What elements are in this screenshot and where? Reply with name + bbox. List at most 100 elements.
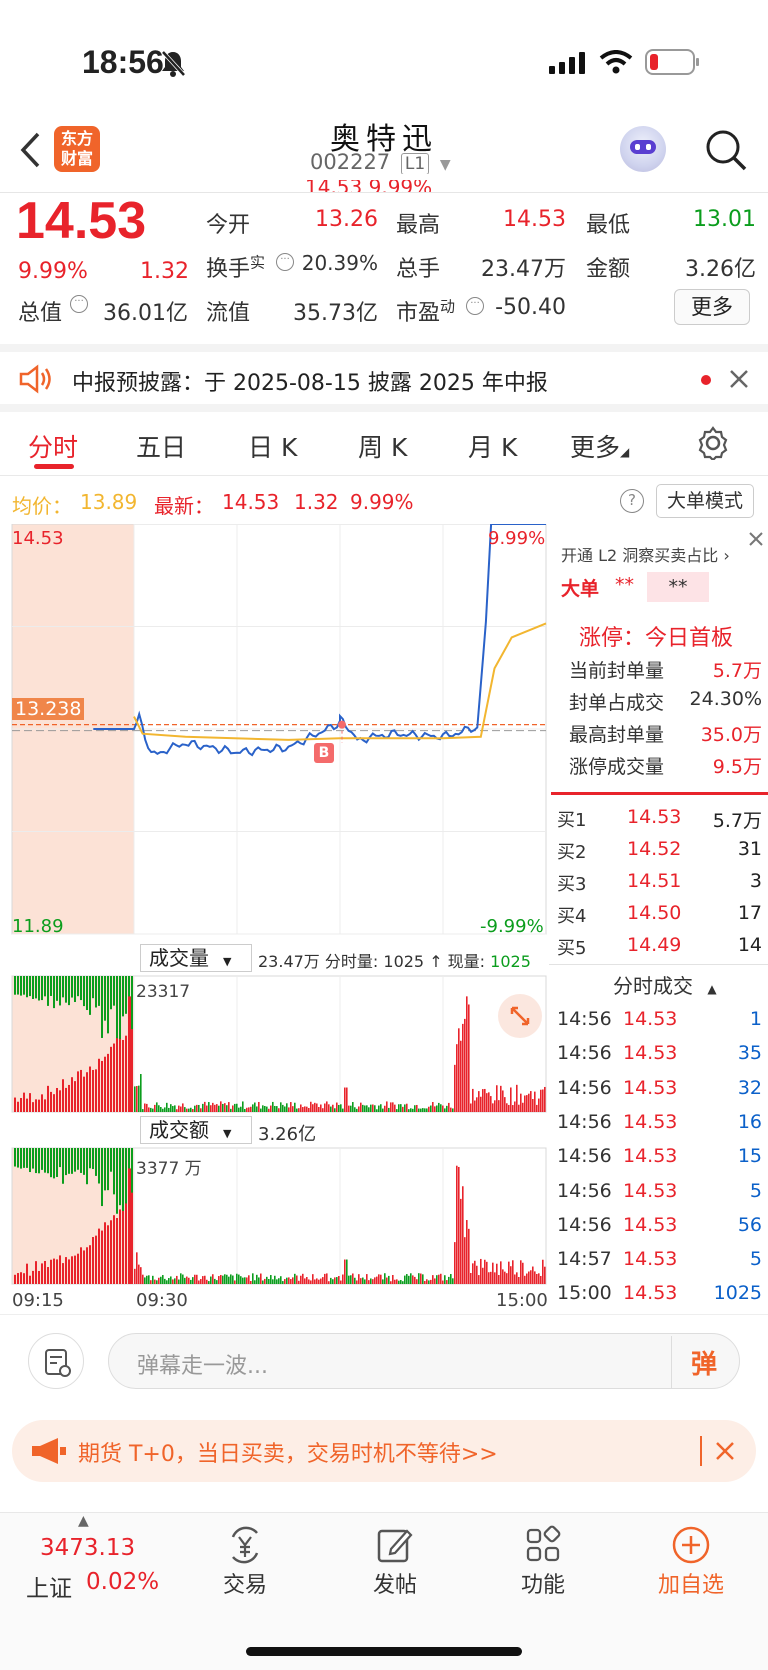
amount-bar	[472, 1263, 474, 1284]
settings-gear-icon[interactable]	[696, 426, 730, 460]
volume-bar	[288, 1107, 290, 1112]
amount-bar	[330, 1277, 332, 1284]
amount-bar	[382, 1279, 384, 1284]
amount-bar	[170, 1276, 172, 1284]
bid-row[interactable]: 买4 14.50 17	[549, 900, 768, 930]
tab-weekly-k[interactable]: 周 K	[358, 428, 407, 464]
volume-bar	[50, 976, 52, 996]
amount-bar	[202, 1276, 204, 1284]
volume-bar	[44, 1099, 46, 1112]
volume-bar	[470, 1103, 472, 1112]
tick-volume: 5	[749, 1179, 762, 1202]
info-icon[interactable]: ···	[70, 295, 88, 313]
danmu-send-button[interactable]: 弹	[691, 1344, 717, 1381]
volume-bar	[20, 1097, 22, 1112]
amount-bar	[56, 1148, 58, 1177]
close-icon[interactable]	[747, 530, 765, 548]
nav-functions[interactable]: 功能	[488, 1523, 598, 1599]
amount-bar	[23, 1273, 25, 1284]
volume-bar	[426, 1108, 428, 1112]
avg-value: 13.89	[80, 490, 138, 514]
amount-bar	[26, 1263, 28, 1284]
volume-bar	[352, 1102, 354, 1112]
amount-bar	[168, 1278, 170, 1284]
buy-marker[interactable]: B	[314, 743, 334, 763]
volume-bar	[472, 1088, 474, 1112]
trade-yen-icon	[231, 1526, 259, 1564]
high-label: 最高	[396, 213, 441, 238]
high-value: 14.53	[503, 207, 566, 232]
danmu-input[interactable]: 弹幕走一波... 弹	[108, 1333, 740, 1389]
amount-bar	[186, 1276, 188, 1284]
volume-bar	[74, 1081, 76, 1112]
amount-bar	[204, 1275, 206, 1284]
tab-five-day[interactable]: 五日	[136, 428, 186, 464]
volume-bar	[200, 1108, 202, 1112]
volume-bar	[86, 976, 88, 1011]
bid-row[interactable]: 买1 14.53 5.7万	[549, 804, 768, 834]
notice-bar[interactable]: 中报预披露：于 2025-08-15 披露 2025 年中报	[0, 344, 768, 412]
volume-bar	[380, 1104, 382, 1112]
promo-banner[interactable]: 期货 T+0，当日买卖，交易时机不等待>>	[12, 1420, 756, 1482]
volume-bar	[320, 1104, 322, 1112]
help-icon[interactable]: ?	[620, 489, 644, 513]
intraday-chart[interactable]	[0, 524, 549, 1314]
time-mid-label: 09:30	[136, 1290, 188, 1311]
volume-bar	[131, 1029, 133, 1112]
stock-code-row[interactable]: 002227 L1 ▼	[310, 150, 451, 174]
big-order-mode-button[interactable]: 大单模式	[656, 484, 754, 518]
amount-bar	[218, 1276, 220, 1284]
volume-bar	[278, 1108, 280, 1112]
close-icon[interactable]	[714, 1440, 736, 1462]
nav-trade[interactable]: 交易	[190, 1523, 300, 1599]
nav-add-favorite[interactable]: 加自选	[636, 1523, 746, 1599]
amount-bar	[312, 1274, 314, 1284]
amount-bar	[310, 1280, 312, 1284]
tab-intraday[interactable]: 分时	[28, 428, 78, 464]
stat-value: 24.30%	[689, 688, 762, 710]
volume-bar	[460, 1040, 462, 1112]
volume-bar	[324, 1103, 326, 1112]
amount-bar	[32, 1148, 34, 1169]
info-icon[interactable]: ···	[466, 297, 484, 315]
amount-bar	[59, 1148, 61, 1168]
bid-row[interactable]: 买5 14.49 14	[549, 932, 768, 962]
volume-bar	[71, 1077, 73, 1112]
chevron-down-icon: ▼	[439, 157, 451, 173]
robot-assistant-icon[interactable]	[620, 126, 666, 172]
tick-row: 14:56 14.53 56	[549, 1212, 768, 1242]
search-icon[interactable]	[704, 128, 748, 172]
amount-bar	[92, 1148, 94, 1170]
amount-bar	[422, 1274, 424, 1284]
nav-post[interactable]: 发帖	[340, 1523, 450, 1599]
l2-promo[interactable]: 开通 L2 洞察买卖占比 ›	[561, 542, 730, 566]
amount-bar	[366, 1274, 368, 1284]
amount-bar	[296, 1275, 298, 1284]
volume-bar	[77, 976, 79, 997]
volume-bar	[160, 1106, 162, 1112]
volume-selector[interactable]: 成交量 ▼	[140, 944, 252, 972]
tab-monthly-k[interactable]: 月 K	[468, 428, 517, 464]
amount-bar	[190, 1279, 192, 1284]
tab-daily-k[interactable]: 日 K	[248, 428, 297, 464]
caret-up-icon: ▲	[78, 1513, 89, 1529]
danmu-settings-icon[interactable]	[28, 1333, 84, 1389]
close-icon[interactable]	[728, 368, 750, 390]
index-ticker[interactable]: ▲ 3473.13 上证 0.02%	[18, 1513, 168, 1613]
amount-bar	[226, 1274, 228, 1284]
amount-bar	[374, 1277, 376, 1284]
tab-more[interactable]: 更多◢	[570, 428, 629, 464]
bid-row[interactable]: 买3 14.51 3	[549, 868, 768, 898]
tick-row: 14:56 14.53 15	[549, 1143, 768, 1173]
volume-bar	[140, 1074, 142, 1112]
volume-bar	[518, 1104, 520, 1112]
amount-selector[interactable]: 成交额 ▼	[140, 1116, 252, 1144]
more-button[interactable]: 更多	[674, 289, 750, 325]
bid-row[interactable]: 买2 14.52 31	[549, 836, 768, 866]
volume-bar	[308, 1107, 310, 1112]
amount-bar	[268, 1278, 270, 1284]
volume-bar	[422, 1108, 424, 1112]
amount-bar	[500, 1261, 502, 1284]
expand-icon[interactable]	[498, 994, 542, 1038]
amount-bar	[386, 1277, 388, 1284]
